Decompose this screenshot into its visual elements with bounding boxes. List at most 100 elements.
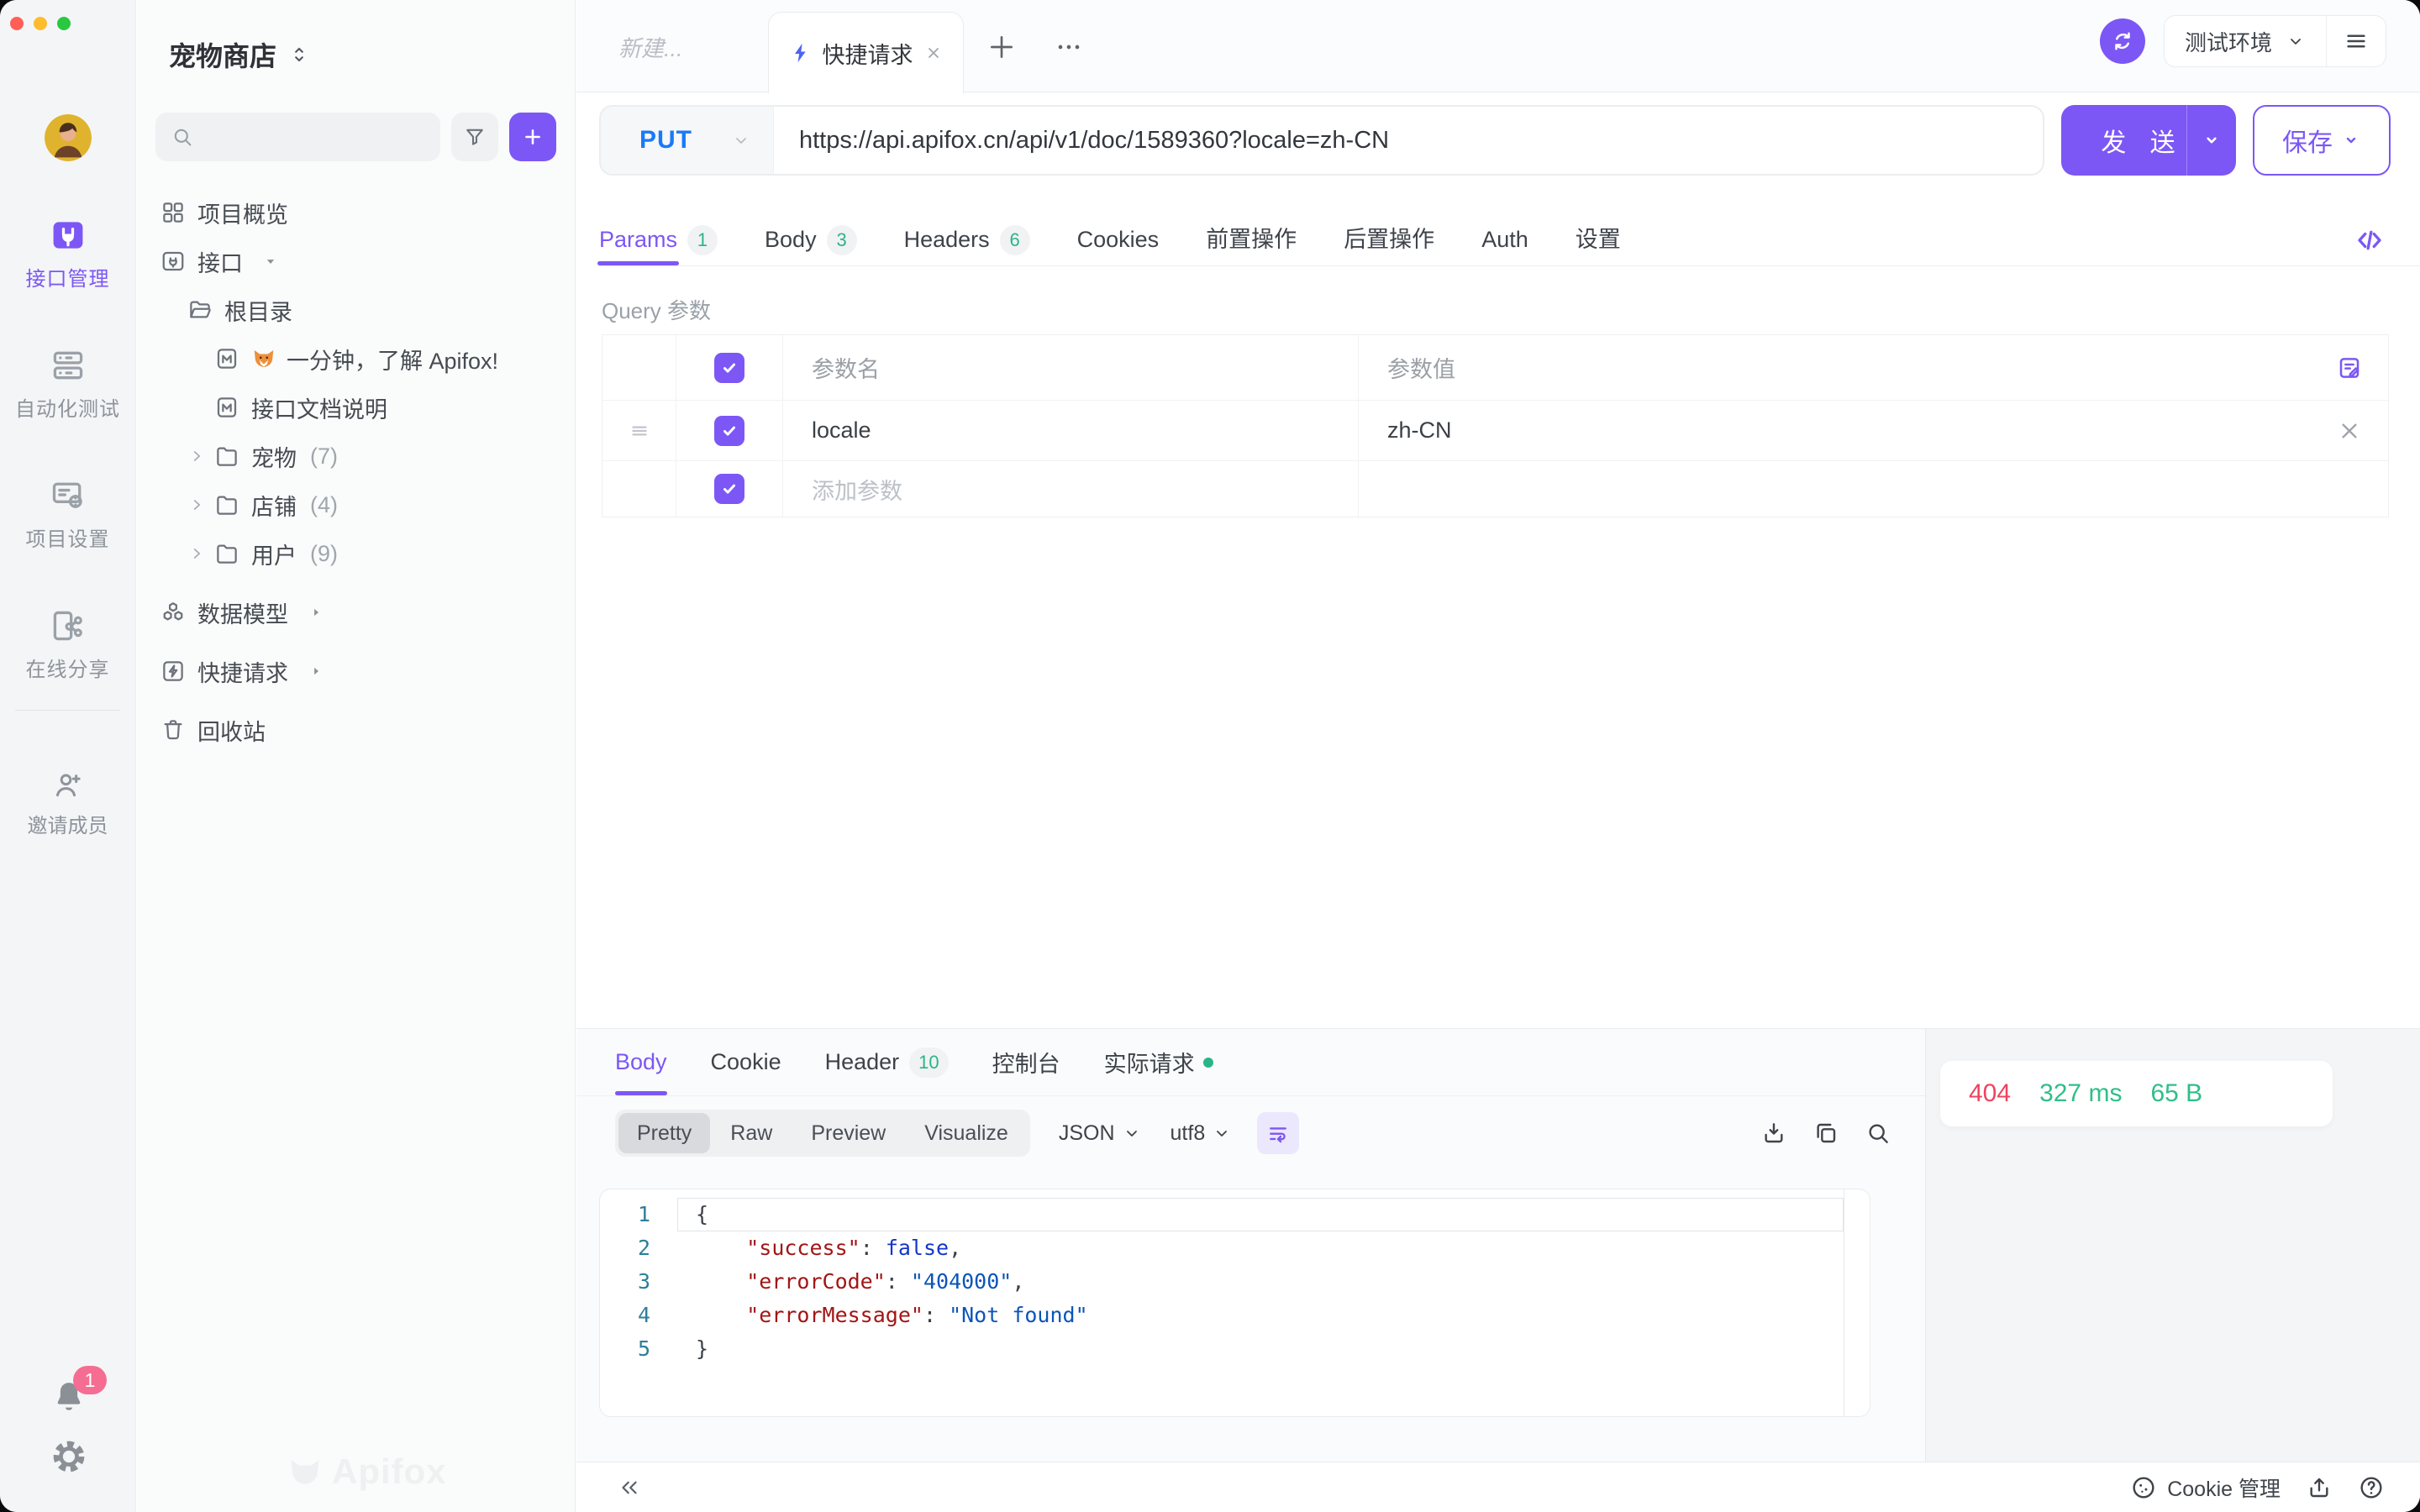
folder-open-icon — [187, 297, 213, 323]
method-select[interactable]: PUT — [601, 107, 774, 174]
view-mode-preview[interactable]: Preview — [792, 1113, 904, 1153]
response-tabs: Body Cookie Header10 控制台 实际请求 — [576, 1029, 1925, 1096]
response-tab-body[interactable]: Body — [615, 1029, 667, 1095]
chevron-right-icon[interactable] — [187, 447, 206, 465]
tab-count-badge: 1 — [687, 225, 718, 255]
close-window-button[interactable] — [10, 17, 24, 30]
row-checkbox[interactable] — [714, 416, 744, 446]
environment-select[interactable]: 测试环境 — [2165, 16, 2327, 66]
view-mode-pretty[interactable]: Pretty — [618, 1113, 710, 1153]
settings-button[interactable] — [50, 1438, 87, 1475]
add-param-input[interactable]: 添加参数 — [783, 461, 1359, 517]
encoding-select[interactable]: utf8 — [1171, 1121, 1233, 1146]
response-tab-label: 控制台 — [992, 1046, 1060, 1079]
close-tab-icon[interactable] — [923, 43, 944, 63]
rail-item-project-settings[interactable]: 项目设置 — [0, 470, 135, 601]
apifox-watermark: Apifox — [287, 1452, 447, 1492]
new-tab-placeholder[interactable]: 新建... — [618, 0, 683, 92]
url-input[interactable]: https://api.apifox.cn/api/v1/doc/1589360… — [774, 107, 2043, 174]
response-body-editor[interactable]: 1{2 "success": false,3 "errorCode": "404… — [599, 1189, 1870, 1417]
filter-button[interactable] — [451, 113, 498, 161]
chevron-down-icon — [2286, 31, 2306, 51]
add-param-row[interactable]: 添加参数 — [602, 461, 2388, 517]
search-box[interactable] — [155, 113, 440, 161]
bulk-edit-icon[interactable] — [2336, 354, 2363, 381]
row-checkbox[interactable] — [714, 474, 744, 504]
request-tab-headers[interactable]: Headers6 — [904, 214, 1030, 265]
request-tab-前置操作[interactable]: 前置操作 — [1206, 214, 1297, 265]
response-tab-cookie[interactable]: Cookie — [711, 1029, 781, 1095]
tree-item[interactable]: 快捷请求 — [137, 647, 575, 696]
tree-item[interactable]: 接口文档说明 — [137, 383, 575, 432]
drag-column-header — [602, 335, 676, 400]
param-value-input[interactable]: zh-CN — [1359, 401, 2388, 460]
request-tab-label: 前置操作 — [1206, 214, 1297, 265]
tree-item-label: 根目录 — [224, 294, 292, 327]
delete-row-icon[interactable] — [2336, 417, 2363, 444]
chevron-right-icon[interactable] — [187, 544, 206, 563]
collapse-sidebar-icon[interactable] — [617, 1475, 642, 1500]
send-button[interactable]: 发 送 — [2061, 105, 2236, 176]
help-icon[interactable] — [2358, 1474, 2385, 1501]
user-avatar[interactable] — [45, 114, 92, 161]
upload-icon[interactable] — [2306, 1474, 2333, 1501]
download-icon[interactable] — [1760, 1120, 1787, 1147]
rail-item-api-manage[interactable]: 接口管理 — [0, 210, 135, 340]
word-wrap-button[interactable] — [1257, 1112, 1299, 1154]
more-tabs-button[interactable] — [1052, 30, 1086, 64]
chevron-right-icon[interactable] — [187, 496, 206, 514]
notifications-button[interactable]: 1 — [50, 1378, 88, 1416]
param-row[interactable]: locale zh-CN — [602, 401, 2388, 461]
request-tab-设置[interactable]: 设置 — [1576, 214, 1621, 265]
request-tab-params[interactable]: Params1 — [599, 214, 718, 265]
response-tab-header[interactable]: Header10 — [825, 1029, 949, 1095]
add-button[interactable] — [509, 113, 556, 161]
drag-handle-icon[interactable] — [627, 418, 652, 444]
tree-item[interactable]: 一分钟，了解 Apifox! — [137, 334, 575, 383]
rail-item-automation-test[interactable]: 自动化测试 — [0, 340, 135, 470]
param-name-input[interactable]: locale — [783, 401, 1359, 460]
code-view-icon[interactable] — [2354, 225, 2385, 255]
response-tab-控制台[interactable]: 控制台 — [992, 1029, 1060, 1095]
minimize-window-button[interactable] — [34, 17, 47, 30]
chevron-down-icon[interactable] — [2187, 129, 2236, 151]
code-token: "errorMessage" — [746, 1303, 923, 1327]
request-tab-cookies[interactable]: Cookies — [1077, 214, 1160, 265]
tab-quick-request[interactable]: 快捷请求 — [768, 12, 964, 93]
response-tab-实际请求[interactable]: 实际请求 — [1104, 1029, 1213, 1095]
view-mode-raw[interactable]: Raw — [712, 1113, 791, 1153]
tree-item[interactable]: 店铺(4) — [137, 480, 575, 529]
folder-icon — [214, 492, 239, 517]
request-tab-后置操作[interactable]: 后置操作 — [1344, 214, 1434, 265]
view-mode-visualize[interactable]: Visualize — [906, 1113, 1027, 1153]
cookie-manager-button[interactable]: Cookie 管理 — [2130, 1473, 2281, 1503]
tree-item[interactable]: 用户(9) — [137, 529, 575, 578]
search-input[interactable] — [203, 124, 425, 150]
select-all-checkbox[interactable] — [714, 353, 744, 383]
add-param-value[interactable] — [1359, 461, 2388, 517]
window-controls — [10, 17, 71, 30]
add-tab-button[interactable] — [985, 30, 1018, 64]
tree-item-label: 接口 — [197, 245, 243, 278]
search-icon[interactable] — [1865, 1120, 1891, 1147]
tree-item[interactable]: 根目录 — [137, 286, 575, 334]
rail-item-online-share[interactable]: 在线分享 — [0, 601, 135, 731]
tree-item[interactable]: 回收站 — [137, 706, 575, 754]
chevron-down-icon — [2341, 130, 2361, 150]
response-size: 65 B — [2150, 1079, 2202, 1108]
request-tab-auth[interactable]: Auth — [1481, 214, 1528, 265]
invite-member-button[interactable]: 邀请成员 — [0, 769, 135, 838]
tree-item[interactable]: 宠物(7) — [137, 432, 575, 480]
tree-item[interactable]: 数据模型 — [137, 588, 575, 637]
sync-button[interactable] — [2100, 18, 2145, 64]
code-line: 5} — [600, 1332, 1870, 1366]
request-tab-body[interactable]: Body3 — [765, 214, 857, 265]
save-button[interactable]: 保存 — [2253, 105, 2391, 176]
format-select[interactable]: JSON — [1059, 1121, 1142, 1146]
project-switcher[interactable]: 宠物商店 — [169, 35, 310, 74]
environment-menu-button[interactable] — [2327, 16, 2386, 66]
copy-icon[interactable] — [1812, 1120, 1839, 1147]
tree-item[interactable]: 项目概览 — [137, 188, 575, 237]
zoom-window-button[interactable] — [57, 17, 71, 30]
tree-item[interactable]: 接口 — [137, 237, 575, 286]
